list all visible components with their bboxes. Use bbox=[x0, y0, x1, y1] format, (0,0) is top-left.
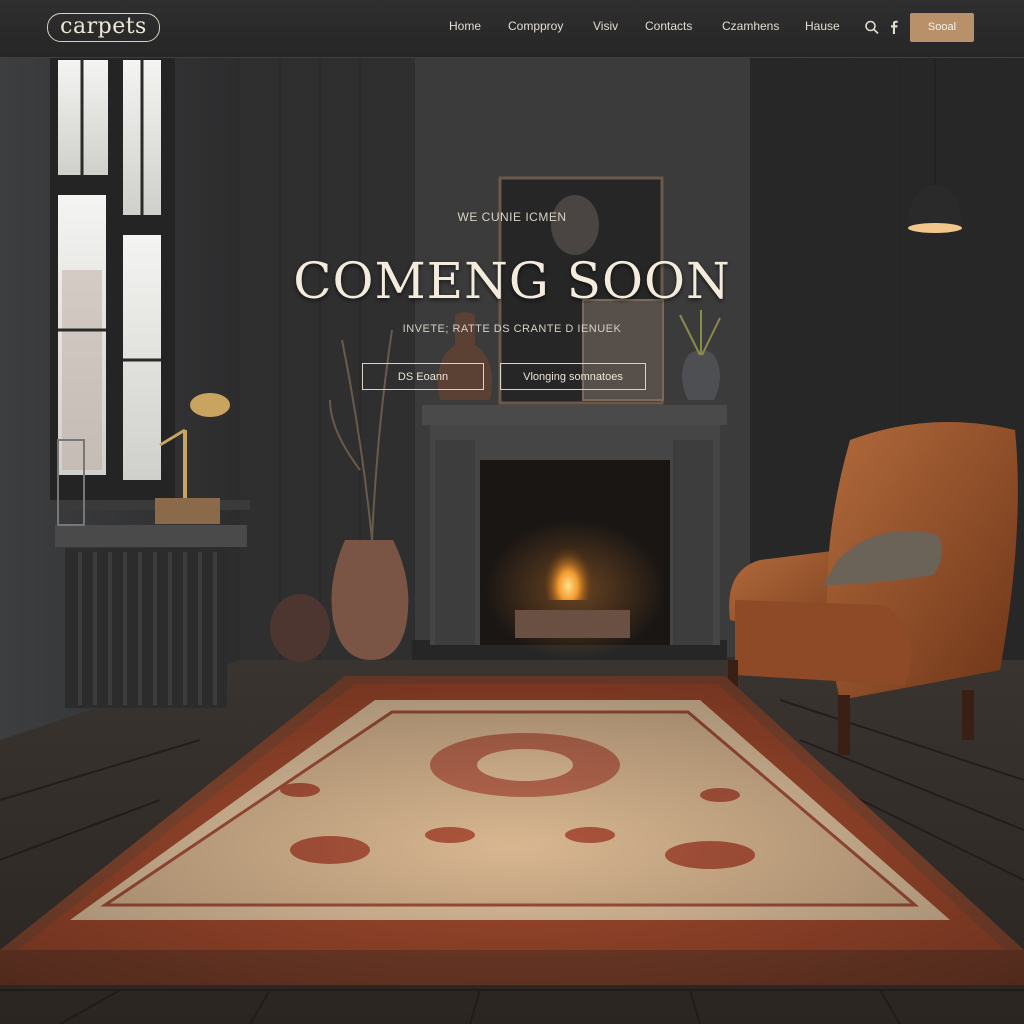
brand-logo[interactable]: carpets bbox=[47, 13, 160, 42]
top-navigation-bar: carpets Home Compproy Visiv Contacts Cza… bbox=[0, 0, 1024, 58]
hero-eyebrow: WE CUNIE ICMEN bbox=[457, 210, 567, 224]
facebook-icon[interactable] bbox=[886, 18, 902, 36]
nav-cta-button[interactable]: Sooal bbox=[910, 13, 974, 42]
hero-secondary-button[interactable]: Vlonging somnatoes bbox=[500, 363, 646, 390]
nav-link-view[interactable]: Visiv bbox=[593, 19, 618, 33]
nav-link-home[interactable]: Home bbox=[449, 19, 481, 33]
living-room-illustration bbox=[0, 57, 1024, 1024]
hero-subtitle: INVETE; RATTE DS CRANTE D IENUEK bbox=[402, 323, 622, 335]
search-icon[interactable] bbox=[864, 18, 880, 36]
hero-primary-button[interactable]: DS Eoann bbox=[362, 363, 484, 390]
hero-title: COMENG SOON bbox=[293, 252, 731, 310]
nav-link-house[interactable]: Hause bbox=[805, 19, 840, 33]
nav-link-company[interactable]: Compproy bbox=[508, 19, 563, 33]
hero-background-scene bbox=[0, 0, 1024, 1024]
nav-link-collections[interactable]: Czamhens bbox=[722, 19, 779, 33]
nav-link-contacts[interactable]: Contacts bbox=[645, 19, 692, 33]
